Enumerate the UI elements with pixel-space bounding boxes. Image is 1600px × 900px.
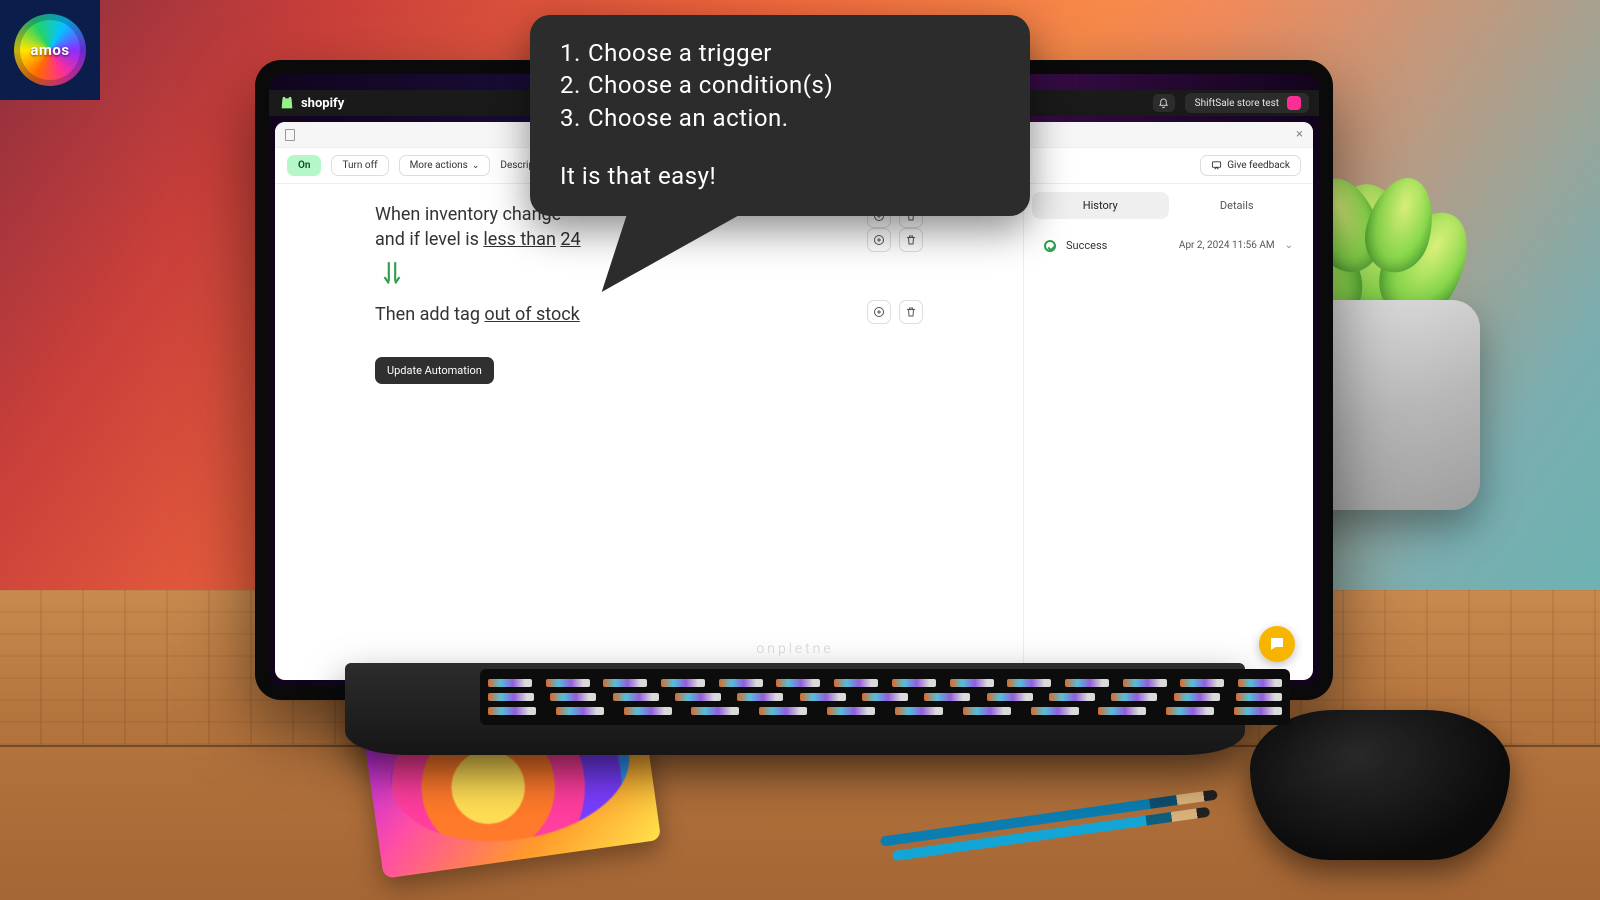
tab-details[interactable]: Details (1169, 192, 1306, 219)
notifications-button[interactable] (1153, 94, 1175, 112)
add-step-button[interactable] (867, 228, 891, 252)
store-name: ShiftSale store test (1195, 98, 1279, 109)
instruction-callout: 1.Choose a trigger 2.Choose a condition(… (530, 15, 1030, 216)
give-feedback-button[interactable]: Give feedback (1200, 155, 1301, 176)
add-step-button[interactable] (867, 300, 891, 324)
shopify-bag-icon (279, 95, 295, 111)
feedback-icon (1211, 160, 1222, 171)
chat-fab[interactable] (1259, 626, 1295, 662)
trash-icon (905, 306, 917, 318)
callout-step-3: Choose an action. (588, 102, 789, 134)
side-panel: History Details Success Apr 2, 2024 11:5… (1023, 184, 1313, 680)
callout-tagline: It is that easy! (560, 162, 1000, 190)
history-timestamp: Apr 2, 2024 11:56 AM (1179, 240, 1275, 251)
plus-circle-icon (873, 306, 885, 318)
history-status: Success (1066, 239, 1107, 252)
shopify-logo: shopify (279, 95, 344, 111)
turn-off-button[interactable]: Turn off (331, 155, 388, 176)
update-automation-button[interactable]: Update Automation (375, 357, 494, 384)
status-on-pill[interactable]: On (287, 155, 321, 176)
action-tag-value[interactable]: out of stock (484, 304, 579, 325)
amos-logo-badge: amos (0, 0, 100, 100)
promo-background: amos shopify ShiftS (0, 0, 1600, 900)
chevron-down-icon: ⌄ (472, 161, 480, 171)
condition-value[interactable]: 24 (560, 229, 580, 250)
condition-operator[interactable]: less than (483, 229, 556, 250)
bell-icon (1158, 98, 1169, 109)
laptop-base: onpletne (345, 663, 1245, 755)
document-icon (285, 129, 295, 141)
shopify-brand-text: shopify (301, 96, 344, 111)
close-button[interactable]: × (1296, 127, 1303, 142)
store-avatar (1287, 96, 1301, 110)
more-actions-menu[interactable]: More actions⌄ (399, 155, 491, 176)
laptop-brand: onpletne (756, 641, 833, 657)
callout-step-1: Choose a trigger (588, 37, 772, 69)
store-switcher[interactable]: ShiftSale store test (1185, 93, 1309, 113)
chat-bubble-icon (1268, 635, 1286, 653)
chevron-down-icon: ⌄ (1285, 240, 1293, 251)
plus-circle-icon (873, 234, 885, 246)
success-check-icon (1044, 240, 1056, 252)
delete-step-button[interactable] (899, 300, 923, 324)
tab-history[interactable]: History (1032, 192, 1169, 219)
amos-logo-icon: amos (14, 14, 86, 86)
amos-logo-text: amos (30, 41, 69, 59)
callout-step-2: Choose a condition(s) (588, 69, 833, 101)
history-entry[interactable]: Success Apr 2, 2024 11:56 AM ⌄ (1036, 229, 1301, 262)
delete-step-button[interactable] (899, 228, 923, 252)
trash-icon (905, 234, 917, 246)
